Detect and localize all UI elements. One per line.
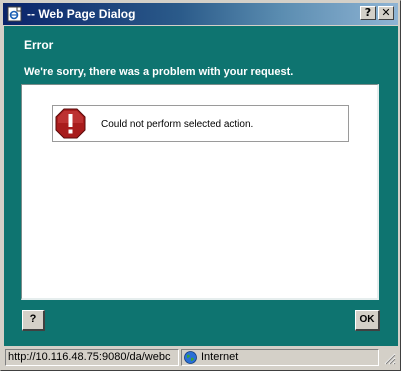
ok-button[interactable]: OK (355, 310, 380, 331)
ie-page-icon (7, 6, 22, 22)
error-warning-icon (55, 108, 86, 139)
dialog-window: -- Web Page Dialog ? ✕ Error We're sorry… (0, 0, 401, 371)
error-subheading: We're sorry, there was a problem with yo… (24, 66, 294, 78)
title-close-button[interactable]: ✕ (378, 6, 394, 20)
status-zone: Internet (181, 349, 379, 366)
title-bar[interactable]: -- Web Page Dialog ? ✕ (3, 3, 398, 25)
status-bar: http://10.116.48.75:9080/da/webc Interne… (3, 348, 398, 368)
title-help-button[interactable]: ? (360, 6, 376, 20)
message-panel: Could not perform selected action. (21, 84, 379, 300)
globe-icon (184, 351, 197, 364)
help-button[interactable]: ? (22, 310, 45, 331)
error-message: Could not perform selected action. (101, 119, 254, 130)
resize-grip-icon[interactable] (383, 352, 396, 365)
window-title: -- Web Page Dialog (27, 7, 136, 21)
message-box: Could not perform selected action. (52, 105, 349, 142)
error-heading: Error (24, 38, 54, 52)
dialog-content: Error We're sorry, there was a problem w… (4, 26, 398, 346)
zone-label: Internet (201, 351, 239, 363)
status-url: http://10.116.48.75:9080/da/webc (5, 349, 179, 366)
